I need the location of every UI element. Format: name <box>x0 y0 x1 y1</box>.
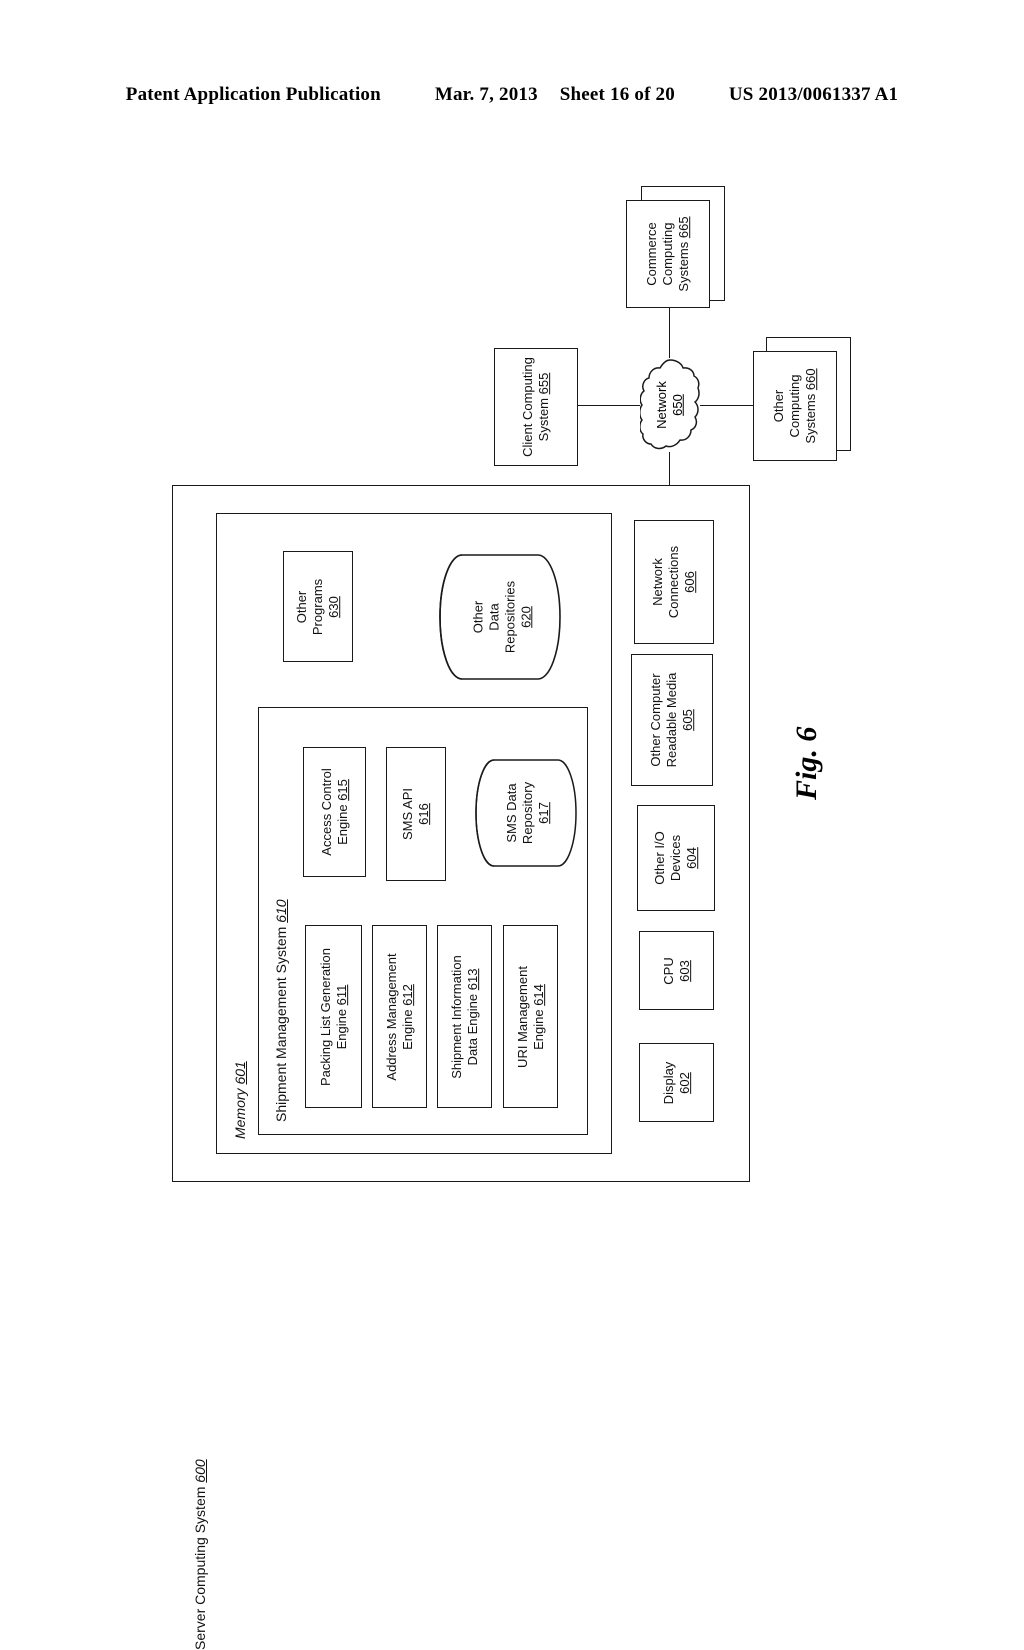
other-io-devices-label: Other I/O Devices 604 <box>652 831 699 885</box>
other-data-repositories-cylinder[interactable]: Other Data Repositories 620 <box>428 553 561 681</box>
client-computing-system-label: Client Computing System 655 <box>520 357 551 457</box>
shipment-management-system-label: Shipment Management System 610 <box>273 899 289 1122</box>
connector-client-to-network <box>578 405 640 406</box>
address-management-engine-box[interactable]: Address Management Engine 612 <box>372 925 427 1108</box>
client-computing-system-box[interactable]: Client Computing System 655 <box>494 348 578 466</box>
display-label: Display 602 <box>660 1061 692 1104</box>
packing-list-generation-engine-box[interactable]: Packing List Generation Engine 611 <box>305 925 362 1108</box>
address-management-engine-label: Address Management Engine 612 <box>383 952 415 1081</box>
server-computing-system-label: Server Computing System 600 <box>192 1459 208 1650</box>
sms-api-box[interactable]: SMS API 616 <box>386 747 446 881</box>
memory-label: Memory 601 <box>232 1061 248 1139</box>
connector-network-to-other-systems <box>700 405 754 406</box>
display-box[interactable]: Display 602 <box>639 1043 714 1122</box>
other-programs-label: Other Programs 630 <box>294 578 341 635</box>
other-io-devices-box[interactable]: Other I/O Devices 604 <box>637 805 715 911</box>
publication-date: Mar. 7, 2013 <box>434 84 538 105</box>
cpu-box[interactable]: CPU 603 <box>639 931 714 1010</box>
packing-list-generation-engine-label: Packing List Generation Engine 611 <box>317 947 349 1086</box>
page-header: Patent Application Publication Mar. 7, 2… <box>0 84 1024 106</box>
network-cloud[interactable]: Network 650 <box>640 358 700 452</box>
other-programs-box[interactable]: Other Programs 630 <box>283 551 353 662</box>
other-computer-readable-media-label: Other Computer Readable Media 605 <box>648 672 695 768</box>
figure-caption: Fig. 6 <box>790 726 823 800</box>
commerce-computing-systems-box[interactable]: Commerce Computing Systems 665 <box>626 200 710 308</box>
access-control-engine-box[interactable]: Access Control Engine 615 <box>303 747 366 877</box>
other-computer-readable-media-box[interactable]: Other Computer Readable Media 605 <box>631 654 713 786</box>
sms-data-repository-cylinder[interactable]: SMS Data Repository 617 <box>466 758 577 868</box>
network-connections-box[interactable]: Network Connections 606 <box>634 520 714 644</box>
other-computing-systems-box[interactable]: Other Computing Systems 660 <box>753 351 837 461</box>
document-number: US 2013/0061337 A1 <box>728 84 899 105</box>
commerce-computing-systems-label: Commerce Computing Systems 665 <box>644 216 691 292</box>
shipment-information-data-engine-box[interactable]: Shipment Information Data Engine 613 <box>437 925 492 1108</box>
access-control-engine-label: Access Control Engine 615 <box>318 768 350 856</box>
connector-network-to-server-vertical <box>669 452 670 489</box>
publication-label: Patent Application Publication <box>125 84 381 105</box>
cpu-label: CPU 603 <box>660 956 692 985</box>
network-connections-label: Network Connections 606 <box>650 545 697 619</box>
sheet-number: Sheet 16 of 20 <box>559 84 675 105</box>
other-computing-systems-label: Other Computing Systems 660 <box>771 368 818 444</box>
network-label: Network 650 <box>653 381 685 429</box>
sms-api-label: SMS API 616 <box>400 787 431 841</box>
uri-management-engine-label: URI Management Engine 614 <box>514 965 546 1068</box>
connector-commerce-to-network <box>669 308 670 358</box>
shipment-information-data-engine-label: Shipment Information Data Engine 613 <box>448 954 480 1079</box>
uri-management-engine-box[interactable]: URI Management Engine 614 <box>503 925 558 1108</box>
